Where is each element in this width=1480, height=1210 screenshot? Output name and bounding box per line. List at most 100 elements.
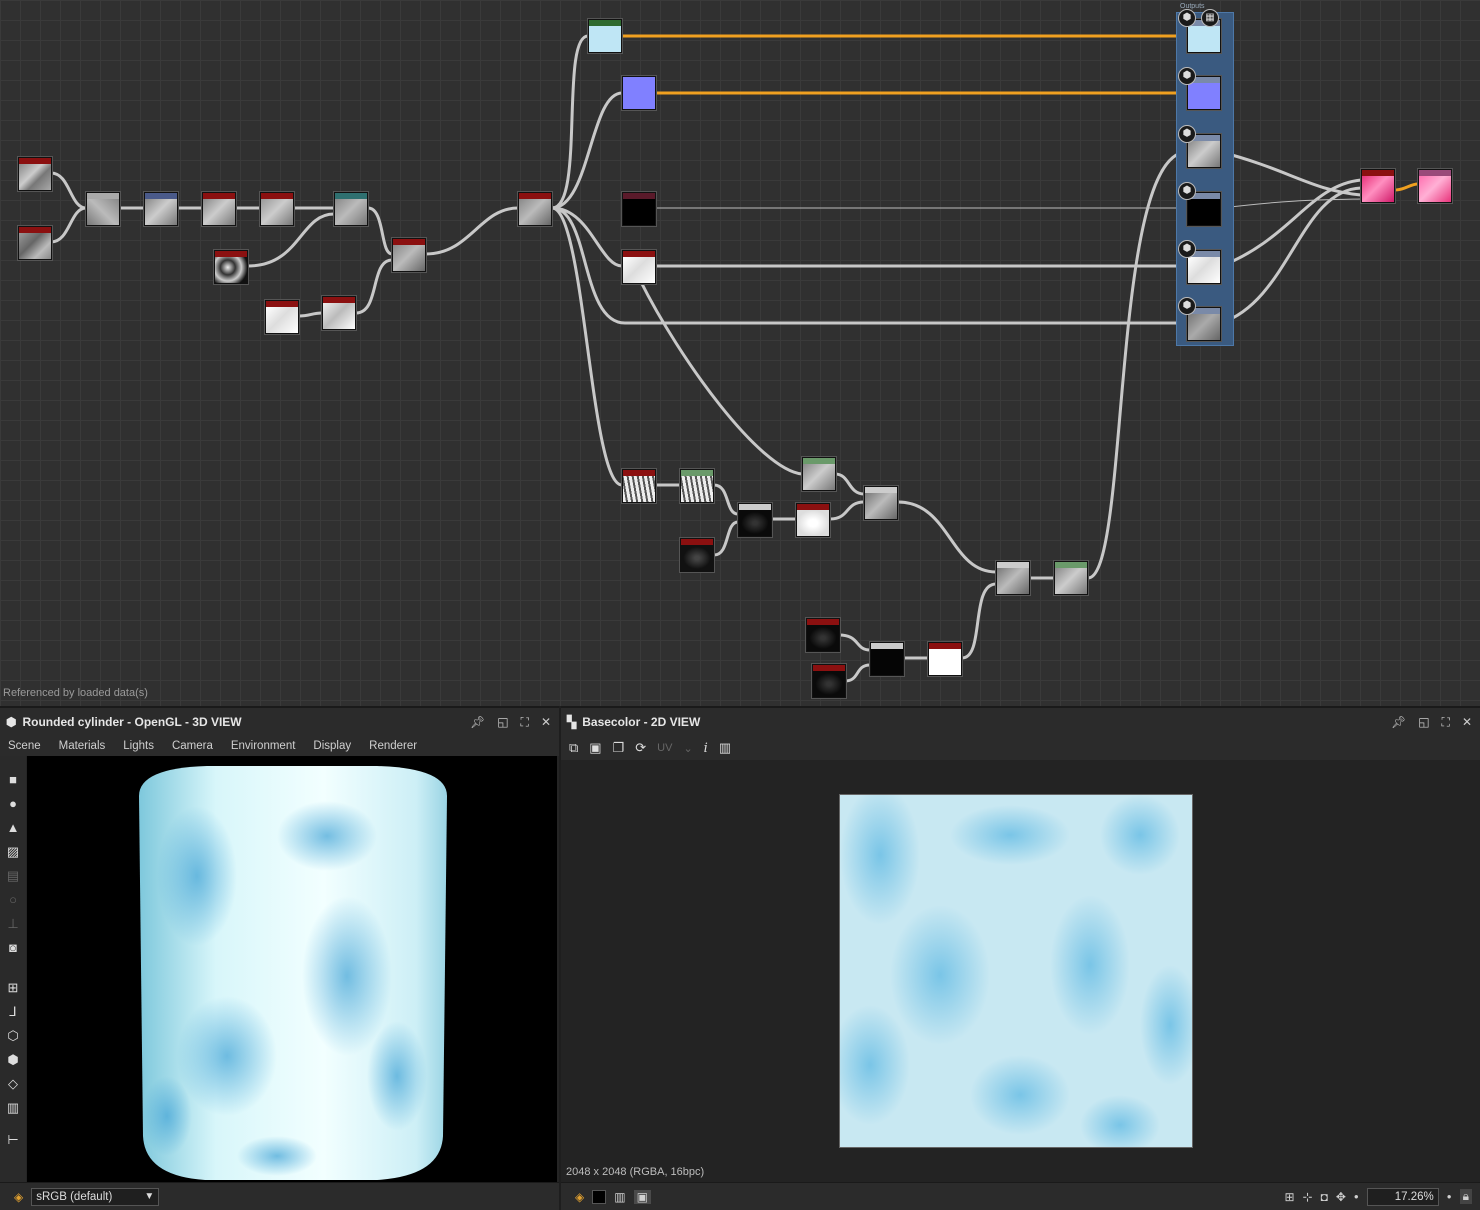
graph-node[interactable]	[802, 457, 836, 491]
graph-node[interactable]	[928, 642, 962, 676]
graph-node[interactable]	[796, 503, 830, 537]
graph-node[interactable]	[996, 561, 1030, 595]
graph-node[interactable]	[870, 642, 904, 676]
menu-camera[interactable]: Camera	[172, 740, 213, 752]
graph-node[interactable]	[680, 469, 714, 503]
layers-stack-icon[interactable]: ◈	[14, 1190, 23, 1204]
graph-node[interactable]	[806, 618, 840, 652]
info-icon[interactable]: i	[704, 741, 708, 756]
lock-icon[interactable]: 🔒︎	[1459, 1189, 1472, 1204]
graph-node[interactable]	[202, 192, 236, 226]
menu-environment[interactable]: Environment	[231, 740, 296, 752]
uv-dropdown[interactable]: UV	[657, 742, 672, 754]
graph-node[interactable]	[622, 76, 656, 110]
output-cube-icon[interactable]: ⬢	[1178, 297, 1196, 315]
undock-icon[interactable]: ◱	[497, 715, 508, 730]
close-icon[interactable]: ✕	[1462, 715, 1472, 730]
menu-materials[interactable]: Materials	[59, 740, 106, 752]
graph-node[interactable]	[622, 192, 656, 226]
solid-cube-icon[interactable]: ⬡	[0, 1024, 26, 1048]
graph-node[interactable]	[864, 486, 898, 520]
graph-node[interactable]	[18, 157, 52, 191]
export-icon[interactable]: ⧉	[569, 740, 578, 756]
copy-icon[interactable]: ❐	[613, 740, 625, 756]
graph-node[interactable]	[738, 503, 772, 537]
3d-view-panel: ⬢ Rounded cylinder - OpenGL - 3D VIEW 📌︎…	[0, 706, 559, 1210]
undock-icon[interactable]: ◱	[1418, 715, 1429, 730]
outputs-frame[interactable]: Outputs	[1176, 3, 1234, 346]
black-swatch-icon[interactable]	[592, 1189, 607, 1204]
2d-viewport[interactable]: 2048 x 2048 (RGBA, 16bpc)	[561, 760, 1480, 1182]
node-graph-canvas[interactable]: Outputs ⬢ ▦ ⬢ ⬢ ⬢ ⬢ ⬢ Referenced by load…	[0, 0, 1480, 706]
close-icon[interactable]: ✕	[541, 715, 551, 730]
color-display-icon[interactable]: ▣	[633, 1189, 651, 1204]
output-cube-icon[interactable]: ⬢	[1178, 182, 1196, 200]
zoom-in-dot-icon[interactable]: ●	[1447, 1192, 1452, 1201]
fit-icon[interactable]: ◘	[1321, 1190, 1328, 1204]
wireframe-icon[interactable]: ⊞	[0, 976, 26, 1000]
output-cube-icon[interactable]: ⬢	[1178, 240, 1196, 258]
chevron-down-icon[interactable]: ⌄	[683, 742, 692, 755]
graph-node[interactable]	[588, 19, 622, 53]
menu-scene[interactable]: Scene	[8, 740, 41, 752]
histogram-icon[interactable]: ▥	[0, 1096, 26, 1120]
graph-node[interactable]	[334, 192, 368, 226]
graph-node[interactable]	[622, 250, 656, 284]
axis-icon[interactable]: ⅃	[0, 1000, 26, 1024]
graph-node[interactable]	[1361, 169, 1395, 203]
tile-grid-icon[interactable]: ⊞	[1284, 1190, 1294, 1204]
graph-node[interactable]	[322, 296, 356, 330]
sphere-icon[interactable]: ○	[0, 888, 26, 912]
menu-display[interactable]: Display	[313, 740, 351, 752]
2d-view-title: Basecolor - 2D VIEW	[582, 715, 701, 729]
wire	[551, 206, 623, 487]
3d-view-menubar: Scene Materials Lights Camera Environmen…	[0, 736, 559, 756]
output-cube-icon[interactable]: ⬢	[1178, 67, 1196, 85]
graph-node[interactable]	[392, 238, 426, 272]
zoom-out-dot-icon[interactable]: ●	[1354, 1192, 1359, 1201]
graph-node[interactable]	[265, 300, 299, 334]
light-icon[interactable]: ●	[0, 792, 26, 816]
colorspace-select[interactable]: sRGB (default) ▼	[31, 1187, 160, 1206]
histogram-icon[interactable]: ▥	[719, 740, 731, 756]
maximize-icon[interactable]: ⛶	[1442, 715, 1450, 730]
graph-node[interactable]	[1054, 561, 1088, 595]
maximize-icon[interactable]: ⛶	[521, 715, 529, 730]
hierarchy-icon[interactable]: ⊢	[0, 1128, 26, 1152]
graph-node[interactable]	[86, 192, 120, 226]
graph-node[interactable]	[1418, 169, 1452, 203]
center-icon[interactable]: ✥	[1336, 1190, 1346, 1204]
screenshot-icon[interactable]: ◙	[0, 936, 26, 960]
pin-icon[interactable]: 📌︎	[470, 715, 485, 730]
zoom-field[interactable]: 17.26%	[1366, 1187, 1439, 1206]
graph-node[interactable]	[18, 226, 52, 260]
output-cube-icon[interactable]: ⬢	[1178, 125, 1196, 143]
layers-icon[interactable]: ◇	[0, 1072, 26, 1096]
graph-node[interactable]	[680, 538, 714, 572]
menu-renderer[interactable]: Renderer	[369, 740, 417, 752]
save-icon[interactable]: ▣	[589, 740, 601, 756]
refresh-icon[interactable]: ⟳	[635, 740, 646, 756]
wire	[713, 483, 739, 516]
3d-viewport[interactable]	[27, 756, 557, 1182]
graph-node[interactable]	[260, 192, 294, 226]
layers-stack-icon[interactable]: ◈	[575, 1190, 584, 1204]
grid-icon[interactable]: ▤	[0, 864, 26, 888]
checker-icon[interactable]: ▦	[1201, 9, 1219, 27]
cube-outline-icon[interactable]: ⬢	[0, 1048, 26, 1072]
tiling-icon[interactable]: ⊹	[1303, 1190, 1313, 1204]
graph-node[interactable]	[518, 192, 552, 226]
environment-icon[interactable]: ▨	[0, 840, 26, 864]
2d-view-titlebar: ▚ Basecolor - 2D VIEW 📌︎ ◱ ⛶ ✕	[561, 708, 1480, 736]
channels-icon[interactable]: ▥	[614, 1190, 625, 1204]
menu-lights[interactable]: Lights	[123, 740, 154, 752]
stamp-icon[interactable]: ⊥	[0, 912, 26, 936]
graph-node[interactable]	[144, 192, 178, 226]
output-cube-icon[interactable]: ⬢	[1178, 9, 1196, 27]
graph-node[interactable]	[622, 469, 656, 503]
select-arrow-icon[interactable]: ▲	[0, 816, 26, 840]
graph-node[interactable]	[214, 250, 248, 284]
camera-icon[interactable]: ■	[0, 768, 26, 792]
graph-node[interactable]	[812, 664, 846, 698]
pin-icon[interactable]: 📌︎	[1391, 715, 1406, 730]
